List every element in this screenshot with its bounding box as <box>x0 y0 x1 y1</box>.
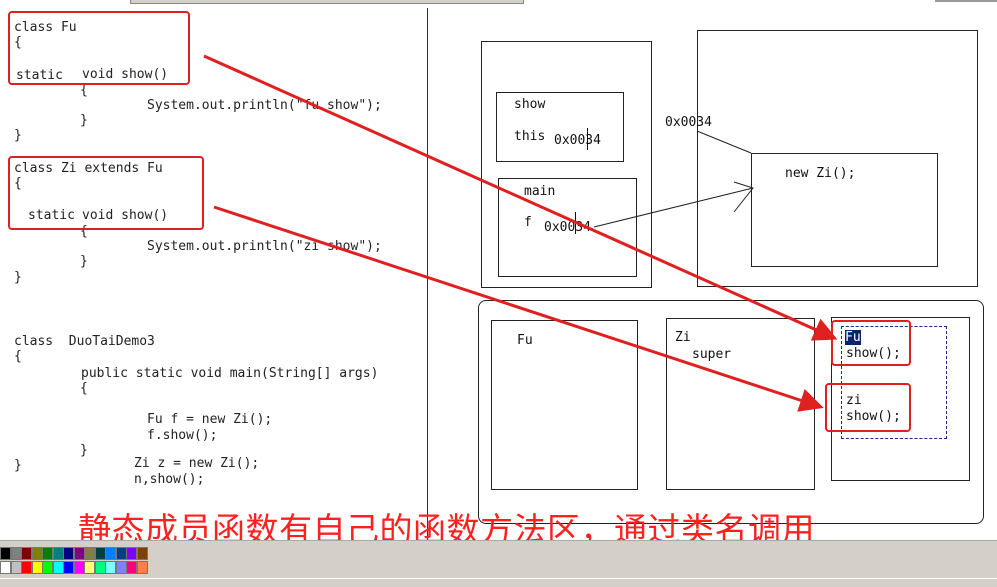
palette-swatch[interactable] <box>42 561 53 574</box>
palette-swatch[interactable] <box>52 561 64 574</box>
palette-swatch[interactable] <box>63 547 74 560</box>
palette-swatch[interactable] <box>94 547 106 560</box>
arrow-f-to-heap <box>593 187 754 228</box>
palette-swatch[interactable] <box>21 561 32 574</box>
palette-swatch[interactable] <box>63 561 74 574</box>
palette-swatch[interactable] <box>115 547 127 560</box>
palette-swatch[interactable] <box>105 547 116 560</box>
palette-swatch[interactable] <box>126 561 137 574</box>
palette-swatch[interactable] <box>73 547 85 560</box>
palette-swatch[interactable] <box>136 561 148 574</box>
palette-swatch[interactable] <box>94 561 106 574</box>
palette-swatch[interactable] <box>126 547 137 560</box>
arrow-zi-to-static <box>213 205 824 412</box>
arrow-fu-to-static <box>203 54 838 341</box>
palette-swatch[interactable] <box>10 561 22 574</box>
palette-swatch[interactable] <box>31 547 43 560</box>
palette-swatch[interactable] <box>31 561 43 574</box>
palette-swatch[interactable] <box>21 547 32 560</box>
palette-swatch[interactable] <box>84 547 95 560</box>
palette-swatch[interactable] <box>84 561 95 574</box>
palette-swatch[interactable] <box>42 547 53 560</box>
palette-swatch[interactable] <box>105 561 116 574</box>
palette-swatch[interactable] <box>0 561 11 574</box>
palette-swatch[interactable] <box>0 547 11 560</box>
arrows-overlay <box>203 54 838 412</box>
palette-swatch[interactable] <box>73 561 85 574</box>
heap-addr-connector <box>696 130 752 154</box>
palette-swatch[interactable] <box>10 547 22 560</box>
color-palette[interactable] <box>0 545 150 577</box>
palette-swatch[interactable] <box>115 561 127 574</box>
arrow-f-to-heap-head <box>733 181 754 213</box>
palette-swatch[interactable] <box>52 547 64 560</box>
palette-swatch[interactable] <box>136 547 148 560</box>
